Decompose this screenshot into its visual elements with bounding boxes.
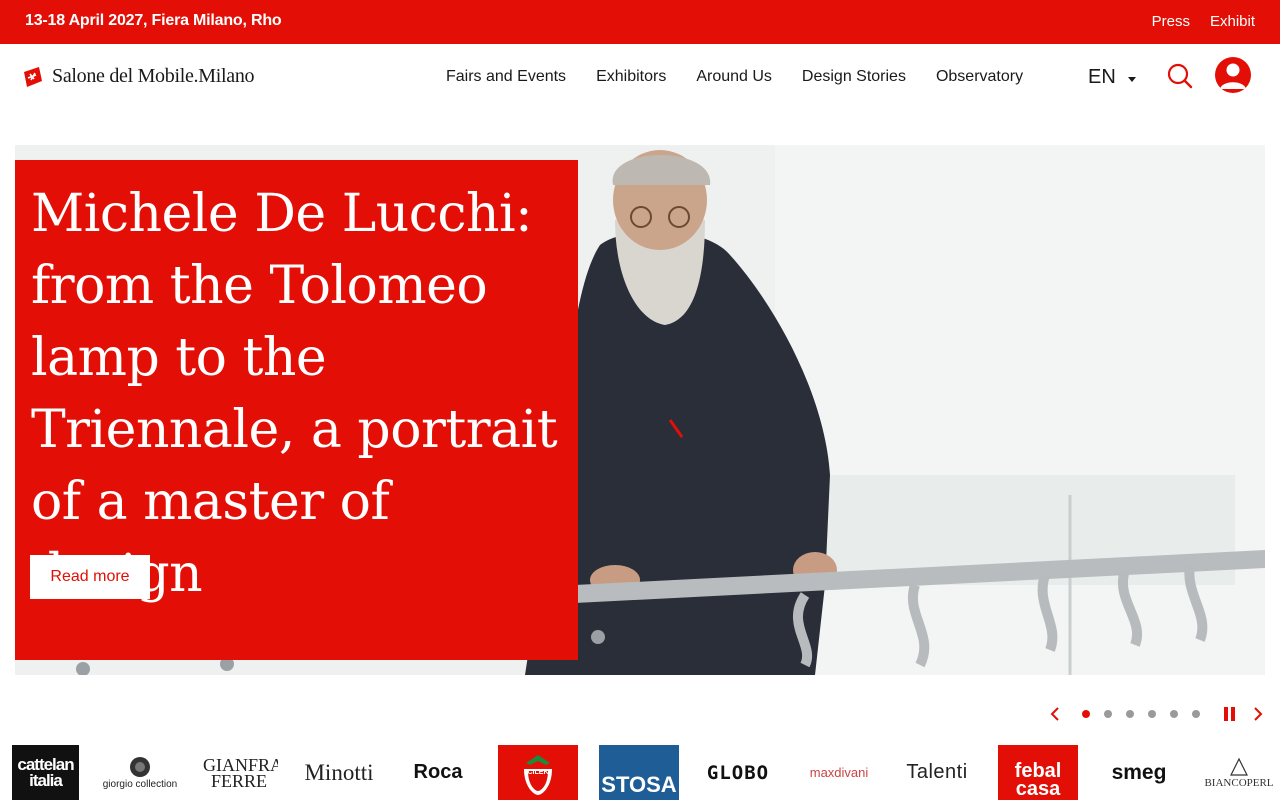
brand-label: giorgio collection	[102, 779, 178, 790]
brand-logo-smeg[interactable]: smeg	[1096, 745, 1182, 800]
language-label: EN	[1088, 66, 1116, 88]
nav-item-around-us[interactable]: Around Us	[696, 68, 772, 86]
brand-label: smeg	[1111, 760, 1167, 784]
brand-label: BIANCOPERL	[1204, 776, 1274, 789]
carousel-dot[interactable]	[1104, 710, 1112, 718]
brand-logo-cattelan-italia[interactable]: cattelan italia	[12, 745, 79, 800]
hero-headline: Michele De Lucchi: from the Tolomeo lamp…	[31, 184, 558, 604]
brand-label: Roca	[413, 761, 463, 783]
nav-item-design-stories[interactable]: Design Stories	[802, 68, 906, 86]
pause-icon	[1231, 707, 1235, 721]
carousel-dot[interactable]	[1082, 710, 1090, 718]
brand-label: STOSA	[601, 771, 677, 797]
carousel-controls	[1048, 704, 1268, 724]
pause-icon	[1224, 707, 1228, 721]
shell-emblem-icon	[1230, 757, 1248, 776]
top-bar: 13-18 April 2027, Fiera Milano, Rho Pres…	[0, 0, 1280, 44]
brand-logo-stosa[interactable]: STOSA	[599, 745, 679, 800]
brand-label: Talenti	[906, 761, 968, 783]
brand-logo-gianfranco-ferre[interactable]: GIANFRANCO FERRE	[200, 745, 278, 800]
chevron-down-icon	[1127, 77, 1136, 82]
brand-logo-cilek[interactable]: CILEK	[498, 745, 578, 800]
brand-logo-biancoperla[interactable]: BIANCOPERL	[1198, 745, 1280, 800]
event-date-location: 13-18 April 2027, Fiera Milano, Rho	[25, 12, 282, 29]
lion-emblem-icon	[130, 757, 150, 777]
read-more-button[interactable]: Read more	[30, 555, 150, 599]
brand-logo-maxdivani[interactable]: maxdivani	[803, 745, 875, 800]
logo-wordmark: Salone del Mobile.Milano	[52, 65, 255, 87]
carousel-prev-button[interactable]	[1048, 706, 1062, 722]
user-icon	[1220, 63, 1246, 89]
carousel-dot[interactable]	[1170, 710, 1178, 718]
hero-article-card: Michele De Lucchi: from the Tolomeo lamp…	[15, 160, 578, 660]
main-nav: Fairs and Events Exhibitors Around Us De…	[446, 68, 1053, 86]
brand-logo-globo[interactable]: GLOBO	[704, 745, 772, 800]
nav-item-fairs-and-events[interactable]: Fairs and Events	[446, 68, 566, 86]
top-links: Press Exhibit	[1152, 13, 1255, 30]
brand-logo-minotti[interactable]: Minotti	[298, 745, 380, 800]
salone-logo-icon	[22, 66, 44, 88]
search-icon	[1167, 63, 1193, 89]
search-button[interactable]	[1166, 62, 1194, 90]
account-button[interactable]	[1215, 57, 1251, 93]
brand-label: GLOBO	[706, 761, 770, 784]
exhibit-link[interactable]: Exhibit	[1210, 13, 1255, 30]
brand-logo-febal-casa[interactable]: febal casa	[998, 745, 1078, 800]
brand-logo-giorgio-collection[interactable]: giorgio collection	[95, 745, 185, 800]
chevron-right-icon	[1254, 707, 1263, 721]
brand-label: cattelan italia	[17, 754, 74, 790]
nav-item-observatory[interactable]: Observatory	[936, 68, 1023, 86]
brand-label: Minotti	[304, 759, 374, 785]
brand-label: CILEK	[527, 769, 549, 776]
press-link[interactable]: Press	[1152, 13, 1190, 30]
carousel-dot[interactable]	[1126, 710, 1134, 718]
main-header: Salone del Mobile.Milano Fairs and Event…	[0, 44, 1280, 114]
brand-label: maxdivani	[809, 765, 869, 780]
brand-logo-strip: cattelan italia giorgio collection GIANF…	[0, 745, 1280, 800]
site-logo[interactable]: Salone del Mobile.Milano	[22, 65, 255, 88]
carousel-dots	[1082, 710, 1200, 718]
carousel-next-button[interactable]	[1251, 706, 1265, 722]
brand-logo-roca[interactable]: Roca	[405, 745, 471, 800]
carousel-dot[interactable]	[1192, 710, 1200, 718]
carousel-pause-button[interactable]	[1224, 707, 1236, 721]
brand-logo-talenti[interactable]: Talenti	[898, 745, 976, 800]
nav-item-exhibitors[interactable]: Exhibitors	[596, 68, 666, 86]
carousel-dot[interactable]	[1148, 710, 1156, 718]
language-selector[interactable]: EN	[1088, 66, 1136, 89]
brand-label: GIANFRANCO FERRE	[203, 754, 278, 791]
chevron-left-icon	[1050, 707, 1059, 721]
brand-label: febal casa	[1014, 759, 1062, 800]
